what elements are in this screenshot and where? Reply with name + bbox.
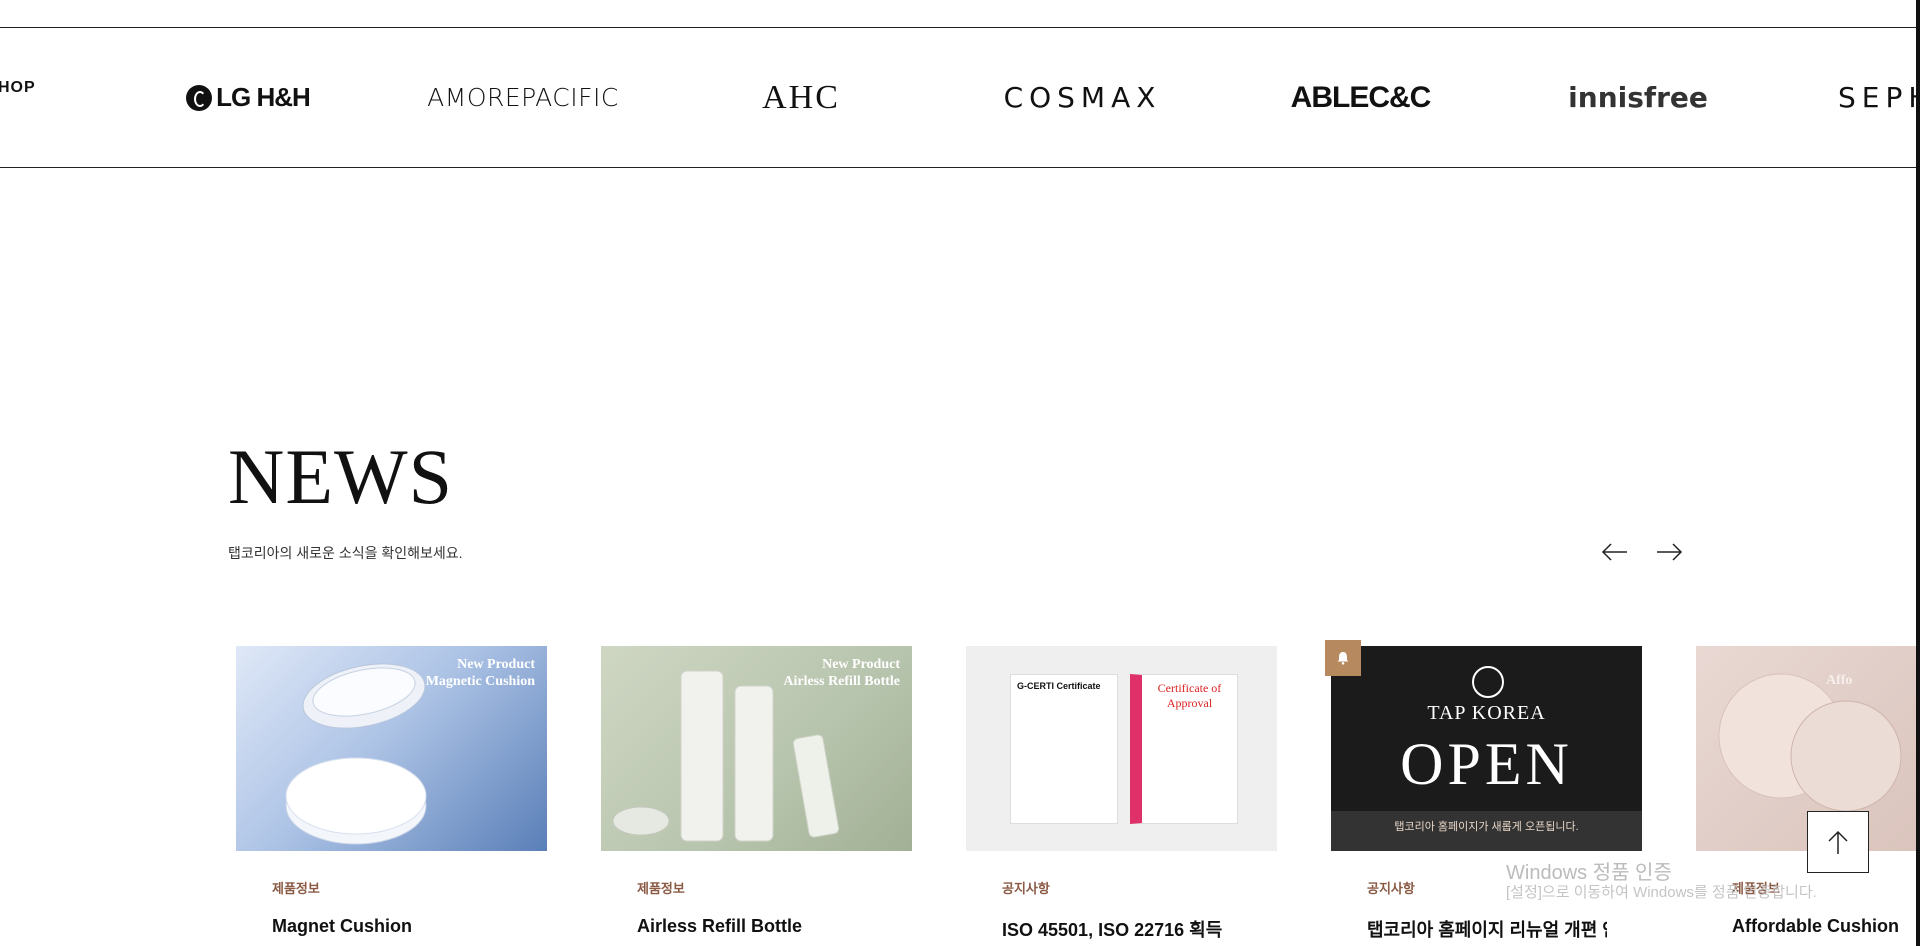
news-card-category: 공지사항	[1367, 881, 1415, 896]
brand-logo-amorepacific: AMOREPACIFIC	[427, 83, 619, 112]
brand-logo-shop: HOP	[0, 78, 36, 96]
lg-circle-icon	[186, 84, 213, 111]
news-card-title[interactable]: Magnet Cushion	[272, 916, 512, 937]
news-card-title[interactable]: Airless Refill Bottle	[637, 916, 877, 937]
brand-logo-cosmax: COSMAX	[1003, 81, 1162, 114]
brand-logo-lg-text: LG H&H	[216, 82, 311, 112]
news-prev-button[interactable]	[1599, 540, 1631, 564]
card-brand-text: TAP KOREA	[1427, 702, 1546, 724]
brand-logo-sephora: SEPHORA	[1838, 81, 1916, 114]
scroll-to-top-button[interactable]	[1807, 811, 1869, 873]
brand-logo-innisfree: innisfree	[1568, 81, 1708, 114]
certificate-document: Certificate of Approval	[1130, 674, 1238, 824]
news-next-button[interactable]	[1653, 540, 1685, 564]
news-card-overlay: New Product Magnetic Cushion	[426, 656, 535, 690]
brand-logo-ablecc: ABLEC&C	[1290, 80, 1432, 114]
arrow-right-icon	[1657, 543, 1683, 561]
overlay-line: Magnetic Cushion	[425, 674, 535, 689]
brand-logo-lg: LG H&H	[183, 28, 313, 167]
tap-korea-logo-icon	[1472, 666, 1504, 698]
certificate-title: G-CERTI Certificate	[1017, 681, 1101, 691]
overlay-line: Airless Refill Bottle	[783, 674, 900, 689]
news-title: NEWS	[228, 433, 453, 520]
page-scrollbar[interactable]	[1916, 0, 1920, 946]
arrow-left-icon	[1601, 543, 1627, 561]
news-card-overlay: New Product Airless Refill Bottle	[783, 656, 900, 690]
brand-logo-ahc: AHC	[762, 78, 840, 116]
news-card-category: 공지사항	[1002, 881, 1050, 896]
brand-logo-strip: HOP LG H&H AMOREPACIFIC AHC COSMAX ABLEC…	[0, 27, 1916, 168]
overlay-line: New Product	[457, 657, 535, 672]
news-card-image[interactable]: TAP KOREA OPEN 탭코리아 홈페이지가 새롭게 오픈됩니다.	[1331, 646, 1642, 851]
notice-badge	[1325, 640, 1361, 676]
certificate-title: Certificate of Approval	[1157, 681, 1222, 710]
news-card-title[interactable]: 탭코리아 홈페이지 리뉴얼 개편 안내	[1367, 916, 1607, 942]
news-subtitle: 탭코리아의 새로운 소식을 확인해보세요.	[228, 545, 463, 561]
news-card-image[interactable]: New Product Magnetic Cushion	[236, 646, 547, 851]
certificate-document: G-CERTI Certificate	[1010, 674, 1118, 824]
windows-activation-text: [설정]으로 이동하여 Windows를 정품 인증합니다.	[1506, 884, 1817, 901]
news-card-category: 제품정보	[272, 881, 320, 896]
news-card-title[interactable]: Affordable Cushion	[1732, 916, 1920, 937]
news-card[interactable]: New Product Airless Refill Bottle 제품정보 Ai…	[601, 646, 912, 936]
overlay-line: New Product	[822, 657, 900, 672]
news-card-image[interactable]: G-CERTI Certificate Certificate of Appro…	[966, 646, 1277, 851]
card-open-text: OPEN	[1400, 731, 1573, 797]
news-card[interactable]: New Product Magnetic Cushion 제품정보 Magnet …	[236, 646, 547, 936]
card-notice-text: 탭코리아 홈페이지가 새롭게 오픈됩니다.	[1394, 821, 1579, 833]
news-card[interactable]: G-CERTI Certificate Certificate of Appro…	[966, 646, 1277, 940]
news-card-image[interactable]: New Product Airless Refill Bottle	[601, 646, 912, 851]
news-card[interactable]: TAP KOREA OPEN 탭코리아 홈페이지가 새롭게 오픈됩니다. 공지사…	[1331, 646, 1642, 940]
news-card-category: 제품정보	[637, 881, 685, 896]
arrow-up-icon	[1828, 830, 1848, 854]
news-card-title[interactable]: ISO 45501, ISO 22716 획득	[1002, 916, 1242, 942]
news-card-overlay: Affo	[1826, 673, 1853, 688]
bell-icon	[1337, 652, 1349, 665]
